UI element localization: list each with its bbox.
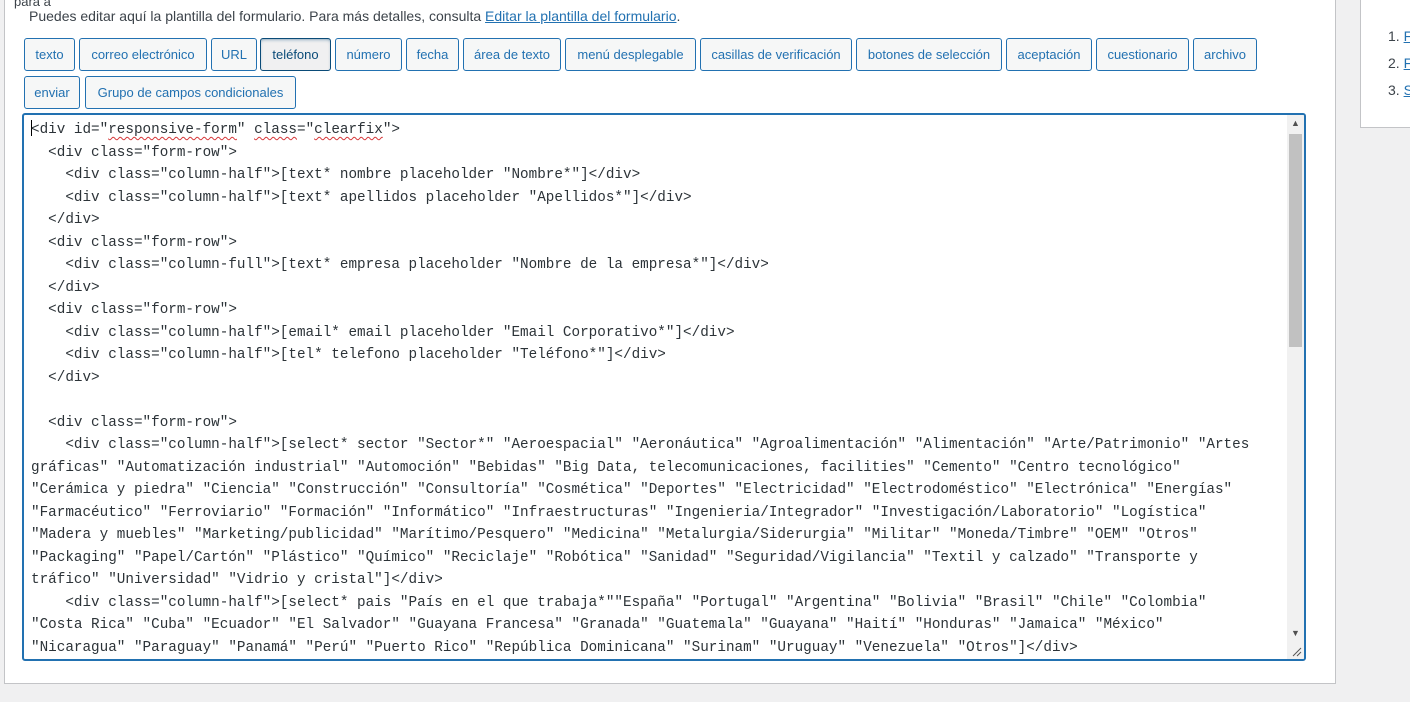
code-line: </div> [31, 369, 100, 386]
code-line: tráfico" "Universidad" "Vidrio y cristal… [31, 572, 443, 588]
code-line: <div class="form-row"> [31, 234, 237, 251]
code-line: <div class="column-full">[text* empresa … [31, 257, 769, 273]
sidebar-link[interactable]: F [1404, 55, 1410, 71]
code-line: <div class="form-row"> [31, 144, 237, 161]
code-line: <div class="form-row"> [31, 414, 237, 431]
tag-button-checkboxes[interactable]: casillas de verificación [700, 38, 852, 71]
tag-button-tel[interactable]: teléfono [260, 38, 331, 71]
tag-button-textarea[interactable]: área de texto [463, 38, 561, 71]
tag-button-date[interactable]: fecha [406, 38, 459, 71]
code-line: <div id="responsive-form" class="clearfi… [31, 120, 400, 138]
template-code[interactable]: <div id="responsive-form" class="clearfi… [31, 119, 1283, 659]
tag-button-quiz[interactable]: cuestionario [1096, 38, 1189, 71]
resize-handle-icon[interactable] [1290, 645, 1302, 657]
scroll-down-arrow-icon[interactable]: ▼ [1287, 625, 1304, 642]
code-line: <div class="column-half">[select* sector… [31, 437, 1250, 453]
tag-button-url[interactable]: URL [211, 38, 257, 71]
tag-button-radio[interactable]: botones de selección [856, 38, 1002, 71]
spellcheck-mark: clearfix [314, 122, 383, 138]
code-line: "Nicaragua" "Paraguay" "Panamá" "Perú" "… [31, 639, 1078, 656]
vertical-scrollbar[interactable]: ▲ ▼ [1287, 115, 1304, 659]
tag-button-email[interactable]: correo electrónico [79, 38, 207, 71]
code-line: gráficas" "Automatización industrial" "A… [31, 459, 1181, 476]
intro-text: Puedes editar aquí la plantilla del form… [29, 8, 681, 24]
sidebar-link[interactable]: F [1404, 28, 1410, 44]
code-line: "Cerámica y piedra" "Ciencia" "Construcc… [31, 482, 1233, 498]
spellcheck-mark: responsive-form [108, 122, 237, 138]
code-line: <div class="column-half">[tel* telefono … [31, 347, 666, 363]
sidebar-link[interactable]: S [1404, 82, 1410, 98]
tag-button-number[interactable]: número [335, 38, 402, 71]
code-line: <div class="column-half">[email* email p… [31, 324, 735, 341]
tag-button-file[interactable]: archivo [1193, 38, 1257, 71]
code-line: "Madera y muebles" "Marketing/publicidad… [31, 527, 1198, 543]
sidebar-text: para a [14, 0, 51, 9]
tag-button-dropdown[interactable]: menú desplegable [565, 38, 696, 71]
code-line: <div class="column-half">[text* nombre p… [31, 167, 641, 183]
scroll-up-arrow-icon[interactable]: ▲ [1287, 115, 1304, 132]
tag-button-submit[interactable]: enviar [24, 76, 80, 109]
code-line: </div> [31, 212, 100, 228]
scrollbar-thumb[interactable] [1289, 134, 1302, 347]
code-line: "Farmacéutico" "Ferroviario" "Formación"… [31, 504, 1207, 521]
code-line: </div> [31, 279, 100, 296]
sidebar-list-item: 2. F [1388, 55, 1410, 71]
code-line: <div class="column-half">[select* pais "… [31, 594, 1207, 611]
tag-button-acceptance[interactable]: aceptación [1006, 38, 1092, 71]
code-line: "Costa Rica" "Cuba" "Ecuador" "El Salvad… [31, 617, 1164, 633]
tag-button-text[interactable]: texto [24, 38, 75, 71]
code-line: <div class="column-half">[text* apellido… [31, 189, 692, 206]
code-line: <div class="form-row"> [31, 302, 237, 318]
spellcheck-mark: class [254, 122, 297, 138]
sidebar-list-item: 1. F [1388, 28, 1410, 44]
form-template-editor[interactable]: <div id="responsive-form" class="clearfi… [22, 113, 1306, 661]
sidebar-list-item: 3. S [1388, 82, 1410, 98]
code-line: "Packaging" "Papel/Cartón" "Plástico" "Q… [31, 549, 1198, 566]
tag-button-conditional-group[interactable]: Grupo de campos condicionales [85, 76, 296, 109]
edit-form-template-link[interactable]: Editar la plantilla del formulario [485, 8, 676, 24]
